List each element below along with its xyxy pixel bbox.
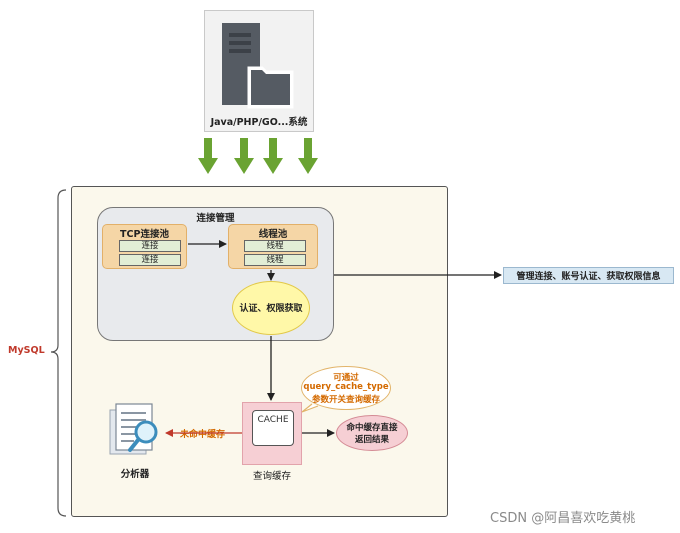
- connector-overlay: [50, 189, 502, 517]
- mysql-bracket: [50, 189, 67, 517]
- magnifier-document-icon: [109, 403, 158, 455]
- note-bubble-tail: [301, 403, 319, 413]
